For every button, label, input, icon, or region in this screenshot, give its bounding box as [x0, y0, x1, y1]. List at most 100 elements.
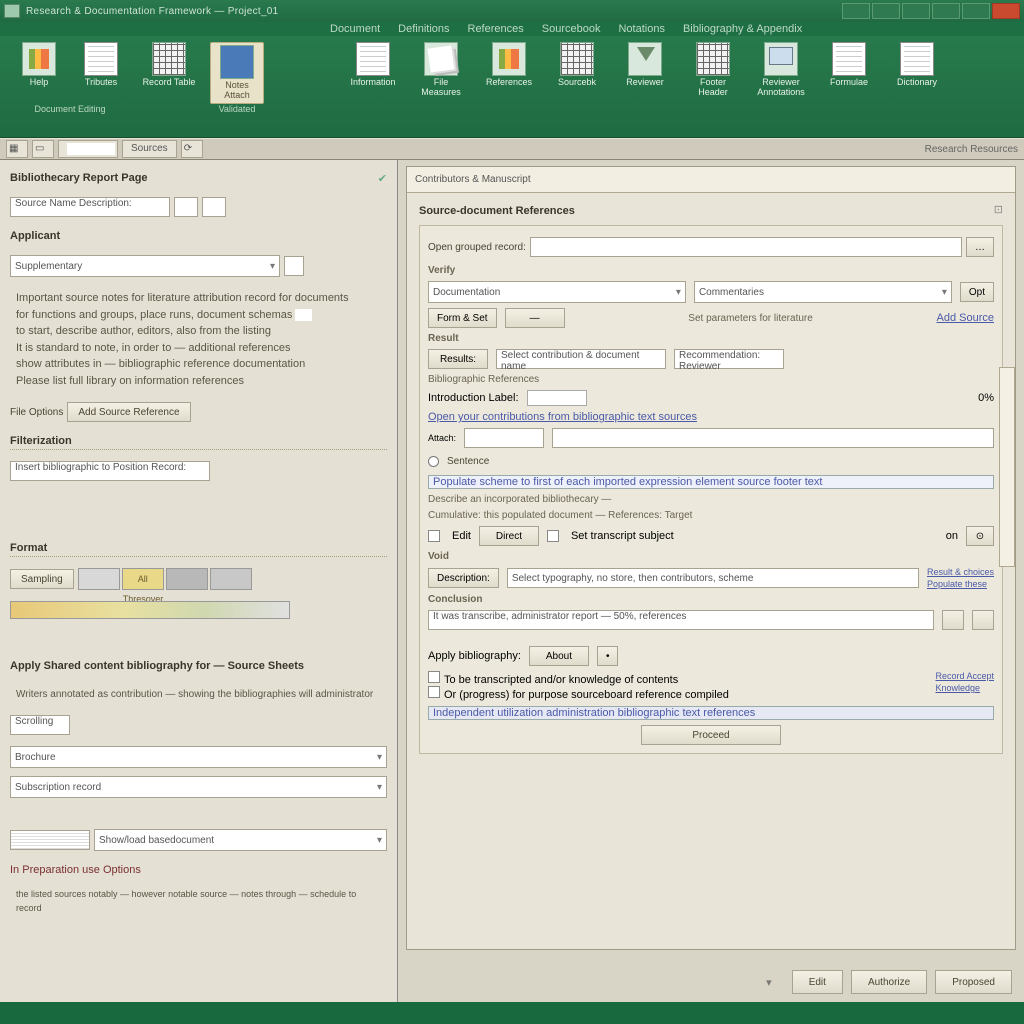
ribbon-information[interactable]: Information: [346, 42, 400, 88]
swatch-3[interactable]: [166, 568, 208, 590]
attach-b[interactable]: [552, 428, 994, 448]
hint-3: Cumulative: this populated document — Re…: [428, 510, 994, 521]
swatch-1[interactable]: [78, 568, 120, 590]
panel-button-c[interactable]: [902, 3, 930, 19]
ribbon-notes-attach[interactable]: Notes Attach: [210, 42, 264, 104]
open-record-browse[interactable]: …: [966, 237, 994, 257]
ribbon-file-measures[interactable]: File Measures: [414, 42, 468, 98]
subtab-refresh-icon[interactable]: ⟳: [181, 140, 203, 158]
menu-document[interactable]: Document: [330, 23, 380, 35]
menu-references[interactable]: References: [468, 23, 524, 35]
source-name-field[interactable]: Source Name Description:: [10, 197, 170, 217]
filter-field[interactable]: Insert bibliographic to Position Record:: [10, 461, 210, 481]
subtab-page-icon[interactable]: ▭: [32, 140, 54, 158]
knowledge-link[interactable]: Knowledge: [935, 683, 994, 693]
hint-2: Describe an incorporated bibliothecary —: [428, 494, 994, 505]
subtab-signature[interactable]: [58, 140, 118, 158]
bottom-link-box[interactable]: Independent utilization administration b…: [428, 706, 994, 720]
applicant-dropdown[interactable]: Supplementary: [10, 255, 280, 277]
results-input[interactable]: Select contribution & document name: [496, 349, 666, 369]
subtab-sources[interactable]: Sources: [122, 140, 177, 158]
ribbon-group-label: Validated: [219, 104, 256, 114]
scrolling-field[interactable]: Scrolling: [10, 715, 70, 735]
menu-sourcebook[interactable]: Sourcebook: [542, 23, 601, 35]
ribbon-tributes[interactable]: Tributes: [74, 42, 128, 88]
swatch-caption[interactable]: Sampling: [10, 569, 74, 589]
conclusion-text[interactable]: It was transcribe, administrator report …: [428, 610, 934, 630]
description-block: Important source notes for literature at…: [10, 288, 387, 391]
record-accept-link[interactable]: Record Accept: [935, 671, 994, 681]
ribbon-record-table[interactable]: Record Table: [142, 42, 196, 88]
ribbon-sourcebook[interactable]: Sourcebk: [550, 42, 604, 88]
ribbon-group-editing: Help Tributes Document Editing: [6, 40, 134, 137]
populate-scheme-box[interactable]: Populate scheme to first of each importe…: [428, 475, 994, 489]
menubar: Document Definitions References Sourcebo…: [0, 22, 1024, 36]
verify-label: Verify: [428, 265, 994, 276]
transcript-label: Set transcript subject: [571, 530, 674, 542]
ribbon-help[interactable]: Help: [12, 42, 66, 88]
left-footer-note: the listed sources notably — however not…: [10, 886, 387, 917]
color-swatches: All Thresover: [78, 568, 252, 590]
form-set-button[interactable]: Form & Set: [428, 308, 497, 328]
subtab-bar: ▦ ▭ Sources ⟳ Research Resources: [0, 138, 1024, 160]
panel-button-b[interactable]: [872, 3, 900, 19]
about-button[interactable]: About: [529, 646, 589, 666]
sentence-radio[interactable]: [428, 456, 439, 467]
basedoc-icon[interactable]: [10, 830, 90, 850]
source-name-aux-a[interactable]: [174, 197, 198, 217]
add-source-link[interactable]: Add Source: [937, 312, 994, 324]
close-button[interactable]: [992, 3, 1020, 19]
cb-transcripted[interactable]: [428, 671, 440, 683]
minimize-button[interactable]: [932, 3, 960, 19]
results-button[interactable]: Results:: [428, 349, 488, 369]
ribbon-footer-header[interactable]: Footer Header: [686, 42, 740, 98]
verify-aux[interactable]: Opt: [960, 282, 994, 302]
applicant-aux[interactable]: [284, 256, 304, 276]
menu-bibliography[interactable]: Bibliography & Appendix: [683, 23, 802, 35]
footer-proposed-button[interactable]: Proposed: [935, 970, 1012, 994]
brochure-dropdown[interactable]: Brochure: [10, 746, 387, 768]
panel-button-a[interactable]: [842, 3, 870, 19]
ribbon-reviewer-annot[interactable]: Reviewer Annotations: [754, 42, 808, 98]
subscription-dropdown[interactable]: Subscription record: [10, 776, 387, 798]
doc-dropdown[interactable]: Documentation: [428, 281, 686, 303]
on-toggle[interactable]: ⊙: [966, 526, 994, 546]
gradient-preview: [10, 601, 290, 619]
chevron-down-icon[interactable]: ▾: [766, 976, 772, 989]
void-link-b[interactable]: Populate these: [927, 579, 994, 589]
menu-notations[interactable]: Notations: [618, 23, 664, 35]
footer-edit-button[interactable]: Edit: [792, 970, 843, 994]
void-input[interactable]: [507, 568, 919, 588]
ribbon-dictionary[interactable]: Dictionary: [890, 42, 944, 88]
dash-button[interactable]: —: [505, 308, 565, 328]
ribbon-formulae[interactable]: Formulae: [822, 42, 876, 88]
conc-aux-b[interactable]: [972, 610, 994, 630]
menu-definitions[interactable]: Definitions: [398, 23, 449, 35]
proceed-button[interactable]: Proceed: [641, 725, 781, 745]
open-contrib-link[interactable]: Open your contributions from bibliograph…: [428, 411, 994, 423]
ribbon-references[interactable]: References: [482, 42, 536, 88]
open-record-input[interactable]: [530, 237, 962, 257]
void-link-a[interactable]: Result & choices: [927, 567, 994, 577]
swatch-4[interactable]: [210, 568, 252, 590]
apply-aux[interactable]: •: [597, 646, 619, 666]
right-tab[interactable]: Contributors & Manuscript: [407, 167, 1015, 193]
direct-button[interactable]: Direct: [479, 526, 539, 546]
add-source-button[interactable]: Add Source Reference: [67, 402, 190, 422]
swatch-2[interactable]: All Thresover: [122, 568, 164, 590]
source-name-aux-b[interactable]: [202, 197, 226, 217]
cb-progress[interactable]: [428, 686, 440, 698]
expand-icon[interactable]: ⊡: [994, 203, 1003, 219]
scrollbar[interactable]: [999, 367, 1015, 567]
transcript-check[interactable]: [547, 530, 559, 542]
comment-dropdown[interactable]: Commentaries: [694, 281, 952, 303]
subtab-grid-icon[interactable]: ▦: [6, 140, 28, 158]
maximize-button[interactable]: [962, 3, 990, 19]
ribbon-reviewer[interactable]: Reviewer: [618, 42, 672, 88]
conc-aux-a[interactable]: [942, 610, 964, 630]
attach-a[interactable]: [464, 428, 544, 448]
void-desc-button[interactable]: Description:: [428, 568, 499, 588]
basedoc-dropdown[interactable]: Show/load basedocument: [94, 829, 387, 851]
footer-authorize-button[interactable]: Authorize: [851, 970, 927, 994]
edit-check[interactable]: [428, 530, 440, 542]
